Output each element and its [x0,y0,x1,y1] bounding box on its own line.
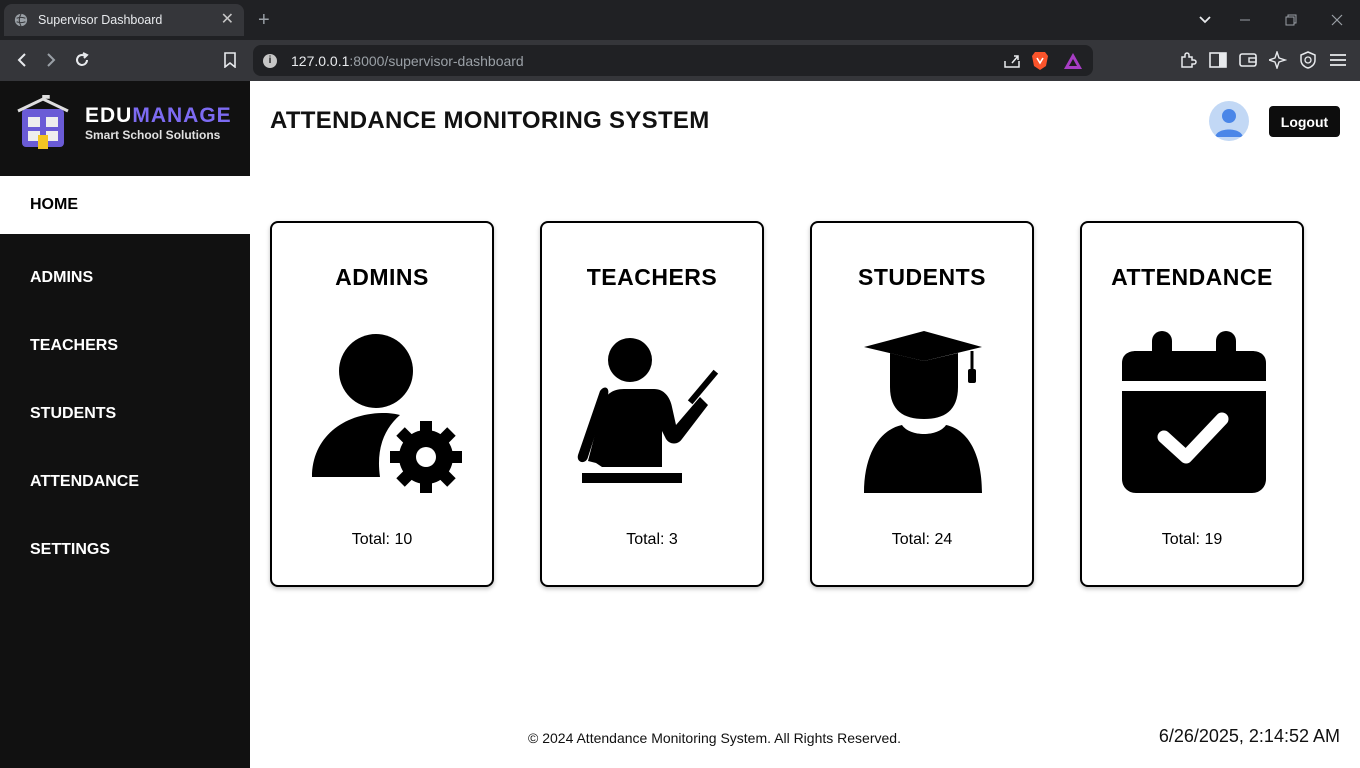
tab-title: Supervisor Dashboard [38,13,163,27]
tab-close-icon[interactable]: ✕ [221,12,234,28]
back-icon[interactable] [12,50,32,70]
attendance-card[interactable]: ATTENDANCE Total: 19 [1080,221,1304,587]
browser-tab-strip: Supervisor Dashboard ✕ + [0,0,1360,40]
sidebar: EDUMANAGE Smart School Solutions HOME AD… [0,81,250,768]
page-title: ATTENDANCE MONITORING SYSTEM [270,107,710,134]
card-title: STUDENTS [858,264,986,290]
restore-icon[interactable] [1284,13,1298,27]
sidebar-nav: HOME ADMINS TEACHERS STUDENTS ATTENDANCE… [0,176,250,584]
sidebar-item-admins[interactable]: ADMINS [0,244,250,312]
site-info-icon[interactable]: i [263,53,277,68]
card-total: Total: 10 [351,531,413,548]
forward-icon[interactable] [41,50,61,70]
bookmark-icon[interactable] [220,50,240,70]
sidebar-item-home[interactable]: HOME [0,176,250,234]
graduate-icon [864,331,982,493]
card-total: Total: 3 [626,531,678,548]
card-title: ATTENDANCE [1111,264,1273,290]
address-bar[interactable]: i 127.0.0.1:8000/supervisor-dashboard [253,45,1093,76]
close-window-icon[interactable] [1330,13,1344,27]
main-content: ATTENDANCE MONITORING SYSTEM Logout ADMI… [250,81,1360,768]
teacher-icon [577,338,719,483]
students-card[interactable]: STUDENTS Total: 24 [810,221,1034,587]
extensions-icon[interactable] [1178,50,1198,70]
leo-ai-icon[interactable] [1268,50,1288,70]
footer-copyright: © 2024 Attendance Monitoring System. All… [528,730,901,746]
url-path: :8000/supervisor-dashboard [349,52,524,69]
sidebar-item-settings[interactable]: SETTINGS [0,516,250,584]
sidebar-item-teachers[interactable]: TEACHERS [0,312,250,380]
brand-name-part1: EDU [85,104,133,127]
brand-tagline: Smart School Solutions [85,128,221,142]
new-tab-button[interactable]: + [258,9,270,32]
brave-shields-icon[interactable] [1031,51,1049,71]
url-host: 127.0.0.1 [291,52,350,69]
minimize-icon[interactable] [1238,13,1252,27]
card-total: Total: 24 [891,531,953,548]
wallet-icon[interactable] [1238,50,1258,70]
avatar[interactable] [1209,101,1249,141]
admins-card[interactable]: ADMINS Total: 10 [270,221,494,587]
sidebar-toggle-icon[interactable] [1208,50,1228,70]
brave-rewards-icon[interactable] [1063,52,1083,70]
sidebar-item-attendance[interactable]: ATTENDANCE [0,448,250,516]
browser-tab[interactable]: Supervisor Dashboard ✕ [4,4,244,36]
tab-search-chevron-icon[interactable] [1198,13,1212,27]
card-total: Total: 19 [1161,531,1223,548]
card-title: TEACHERS [586,264,718,290]
logout-button[interactable]: Logout [1269,106,1340,137]
user-avatar-icon [1215,109,1243,137]
calendar-check-icon [1122,331,1266,493]
brand-name: EDUMANAGE [85,104,232,128]
url-text: 127.0.0.1:8000/supervisor-dashboard [291,53,1003,69]
brand-name-part2: MANAGE [132,104,232,127]
admin-gear-icon [312,334,462,493]
school-logo-icon [17,95,69,149]
teachers-card[interactable]: TEACHERS Total: 3 [540,221,764,587]
menu-icon[interactable] [1328,50,1348,70]
globe-icon [14,13,28,27]
current-datetime: 6/26/2025, 2:14:52 AM [1158,726,1340,746]
sidebar-item-students[interactable]: STUDENTS [0,380,250,448]
share-icon[interactable] [1003,53,1021,69]
page: EDUMANAGE Smart School Solutions HOME AD… [0,81,1360,768]
brand: EDUMANAGE Smart School Solutions [0,81,250,176]
vpn-shield-icon[interactable] [1298,50,1318,70]
card-title: ADMINS [335,264,429,290]
reload-icon[interactable] [72,50,92,70]
